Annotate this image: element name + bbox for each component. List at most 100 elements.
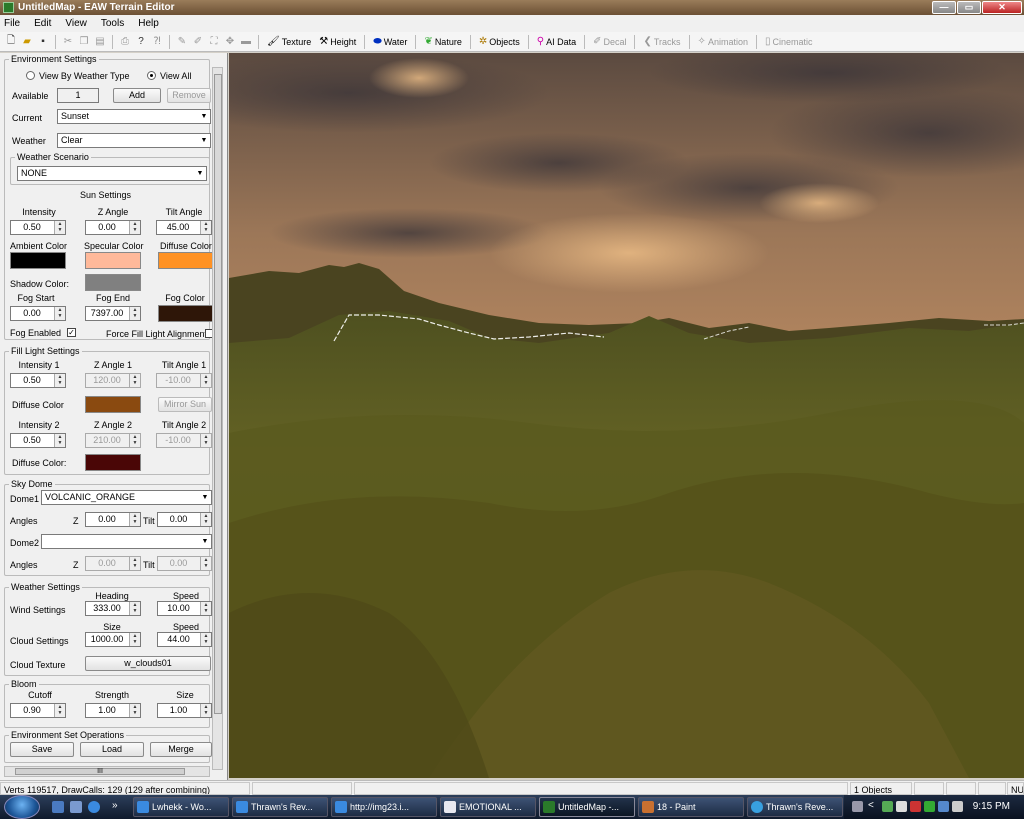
spinner-arrows-icon[interactable]: ▲ ▼	[54, 434, 65, 447]
spinner-arrows-icon[interactable]: ▲ ▼	[200, 602, 211, 615]
shadow-color-swatch[interactable]	[85, 274, 141, 291]
cloud-size-spinner[interactable]: 1000.00 ▲ ▼	[85, 632, 141, 647]
maximize-button[interactable]: ▭	[957, 1, 981, 14]
tool-water[interactable]: ⬬ Water	[370, 34, 410, 50]
tool-texture[interactable]: 🖌 Texture	[264, 34, 314, 50]
dome2-tilt-spinner[interactable]: 0.00 ▲ ▼	[157, 556, 212, 571]
spinner-arrows-icon[interactable]: ▲ ▼	[200, 633, 211, 646]
spinner-arrows-icon[interactable]: ▲ ▼	[200, 434, 211, 447]
merge-button[interactable]: Merge	[150, 742, 212, 757]
load-button[interactable]: Load	[80, 742, 144, 757]
taskbar-item[interactable]: Thrawn's Reve...	[747, 797, 843, 817]
user-icon[interactable]	[882, 801, 893, 812]
taskbar-item[interactable]: 18 - Paint	[638, 797, 744, 817]
spinner-arrows-icon[interactable]: ▲ ▼	[200, 513, 211, 526]
terrain-3d-viewport[interactable]	[229, 53, 1024, 778]
tilt-angle1-spinner[interactable]: -10.00 ▲ ▼	[156, 373, 212, 388]
mirror-sun-button[interactable]: Mirror Sun	[158, 397, 212, 412]
spinner-arrows-icon[interactable]: ▲ ▼	[200, 374, 211, 387]
volume-icon[interactable]	[952, 801, 963, 812]
tool-tracks[interactable]: ❮ Tracks	[640, 34, 683, 50]
z-angle1-spinner[interactable]: 120.00 ▲ ▼	[85, 373, 141, 388]
cut-icon[interactable]: ✂	[61, 35, 75, 49]
z-angle2-spinner[interactable]: 210.00 ▲ ▼	[85, 433, 141, 448]
save-button[interactable]: Save	[10, 742, 74, 757]
title-bar[interactable]: UntitledMap - EAW Terrain Editor — ▭ ✕	[0, 0, 1024, 15]
view-all-radio[interactable]	[147, 71, 156, 80]
clock[interactable]: 9:15 PM	[973, 801, 1010, 812]
move-icon[interactable]: ✥	[223, 35, 237, 49]
current-select[interactable]: Sunset ▼	[57, 109, 211, 124]
spinner-arrows-icon[interactable]: ▲ ▼	[129, 307, 140, 320]
spinner-arrows-icon[interactable]: ▲ ▼	[129, 602, 140, 615]
network-icon[interactable]	[938, 801, 949, 812]
taskbar-item-active[interactable]: UntitledMap -...	[539, 797, 635, 817]
fog-end-spinner[interactable]: 7397.00 ▲ ▼	[85, 306, 141, 321]
show-desktop-icon[interactable]	[52, 801, 64, 813]
bloom-size-spinner[interactable]: 1.00 ▲ ▼	[157, 703, 212, 718]
taskbar-item[interactable]: Lwhekk - Wo...	[133, 797, 229, 817]
fog-start-spinner[interactable]: 0.00 ▲ ▼	[10, 306, 66, 321]
intensity2-spinner[interactable]: 0.50 ▲ ▼	[10, 433, 66, 448]
fill-diffuse-color-swatch[interactable]	[85, 396, 141, 413]
help-icon[interactable]: ?	[134, 35, 148, 49]
fog-enabled-checkbox[interactable]: ✓	[67, 328, 76, 337]
taskbar-item[interactable]: EMOTIONAL ...	[440, 797, 536, 817]
weather-select[interactable]: Clear ▼	[57, 133, 211, 148]
shield-icon[interactable]	[910, 801, 921, 812]
remove-button[interactable]: Remove	[167, 88, 211, 103]
new-file-icon[interactable]: 🗋	[4, 35, 18, 49]
menu-help[interactable]: Help	[138, 18, 159, 29]
wind-heading-spinner[interactable]: 333.00 ▲ ▼	[85, 601, 141, 616]
mail-icon[interactable]	[896, 801, 907, 812]
eraser-icon[interactable]: ▬	[239, 35, 253, 49]
panel-vertical-scrollbar[interactable]	[212, 67, 223, 770]
keyboard-icon[interactable]	[852, 801, 863, 812]
close-button[interactable]: ✕	[982, 1, 1022, 14]
internet-explorer-icon[interactable]	[88, 801, 100, 813]
open-folder-icon[interactable]: ▰	[20, 35, 34, 49]
taskbar-item[interactable]: Thrawn's Rev...	[232, 797, 328, 817]
spinner-arrows-icon[interactable]: ▲ ▼	[129, 704, 140, 717]
menu-edit[interactable]: Edit	[34, 18, 51, 29]
bloom-strength-spinner[interactable]: 1.00 ▲ ▼	[85, 703, 141, 718]
menu-view[interactable]: View	[65, 18, 87, 29]
spinner-arrows-icon[interactable]: ▲ ▼	[200, 221, 211, 234]
spinner-arrows-icon[interactable]: ▲ ▼	[54, 307, 65, 320]
print-icon[interactable]: ⎙	[118, 35, 132, 49]
wind-speed-spinner[interactable]: 10.00 ▲ ▼	[157, 601, 212, 616]
weather-scenario-select[interactable]: NONE ▼	[17, 166, 207, 181]
switch-windows-icon[interactable]	[70, 801, 82, 813]
dome1-select[interactable]: VOLCANIC_ORANGE ▼	[41, 490, 212, 505]
z-angle-spinner[interactable]: 0.00 ▲ ▼	[85, 220, 141, 235]
tool-nature[interactable]: ❦ Nature	[421, 34, 464, 50]
dome1-tilt-spinner[interactable]: 0.00 ▲ ▼	[157, 512, 212, 527]
paste-icon[interactable]: ▤	[93, 35, 107, 49]
context-help-icon[interactable]: ⁈	[150, 35, 164, 49]
spinner-arrows-icon[interactable]: ▲ ▼	[200, 704, 211, 717]
tool-cinematic[interactable]: ▯ Cinematic	[762, 34, 816, 50]
cloud-texture-button[interactable]: w_clouds01	[85, 656, 211, 671]
spinner-arrows-icon[interactable]: ▲ ▼	[129, 434, 140, 447]
dome1-z-spinner[interactable]: 0.00 ▲ ▼	[85, 512, 141, 527]
spinner-arrows-icon[interactable]: ▲ ▼	[54, 221, 65, 234]
tool-animation[interactable]: ✧ Animation	[695, 34, 751, 50]
tool-height[interactable]: ⚒ Height	[316, 34, 359, 50]
brush-small-icon[interactable]: ✐	[191, 35, 205, 49]
intensity1-spinner[interactable]: 0.50 ▲ ▼	[10, 373, 66, 388]
specular-color-swatch[interactable]	[85, 252, 141, 269]
add-button[interactable]: Add	[113, 88, 161, 103]
dome2-z-spinner[interactable]: 0.00 ▲ ▼	[85, 556, 141, 571]
tilt-angle-spinner[interactable]: 45.00 ▲ ▼	[156, 220, 212, 235]
intensity-spinner[interactable]: 0.50 ▲ ▼	[10, 220, 66, 235]
spinner-arrows-icon[interactable]: ▲ ▼	[54, 704, 65, 717]
spinner-arrows-icon[interactable]: ▲ ▼	[129, 374, 140, 387]
panel-horizontal-scrollbar[interactable]: III	[4, 766, 210, 777]
save-icon[interactable]: ▪	[36, 35, 50, 49]
spinner-arrows-icon[interactable]: ▲ ▼	[129, 513, 140, 526]
spinner-arrows-icon[interactable]: ▲ ▼	[129, 557, 140, 570]
tool-ai-data[interactable]: ⚲ AI Data	[534, 34, 579, 50]
fill-diffuse2-color-swatch[interactable]	[85, 454, 141, 471]
taskbar-item[interactable]: http://img23.i...	[331, 797, 437, 817]
scrollbar-thumb[interactable]: III	[15, 768, 185, 775]
